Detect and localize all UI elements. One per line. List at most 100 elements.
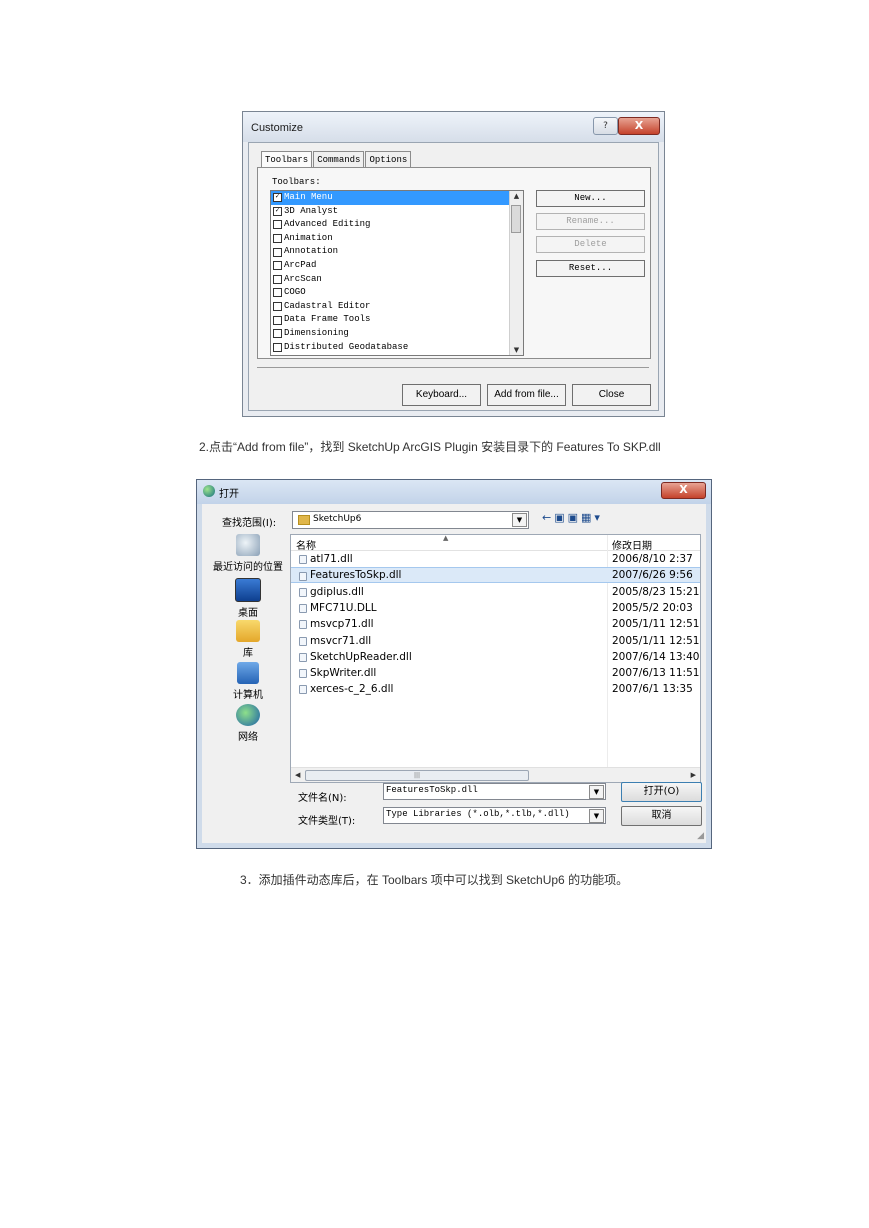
toolbar-list-item[interactable]: Cadastral Editor — [271, 300, 523, 314]
scroll-right-icon[interactable]: ▶ — [691, 768, 696, 782]
scroll-thumb[interactable] — [511, 205, 521, 233]
file-name-label: 文件名(N): — [298, 793, 347, 804]
file-list[interactable]: 名称 ▲ 修改日期 atl71.dll 2006/8/10 2:37 Feature… — [290, 534, 701, 783]
toolbar-item-label: Animation — [284, 232, 333, 243]
chevron-down-icon[interactable]: ▼ — [512, 513, 527, 527]
toolbar-list-item[interactable]: Advanced Editing — [271, 218, 523, 232]
dll-file-icon — [299, 636, 307, 646]
dll-file-icon — [299, 587, 307, 597]
file-type-select[interactable]: Type Libraries (*.olb,*.tlb,*.dll) ▼ — [383, 807, 606, 824]
place-label: 库 — [243, 648, 253, 659]
column-header-date[interactable]: 修改日期 — [612, 537, 652, 552]
chevron-down-icon[interactable]: ▼ — [589, 809, 604, 823]
checkbox-unchecked-icon[interactable] — [273, 302, 282, 312]
horizontal-scroll-thumb[interactable]: ||| — [305, 770, 529, 781]
toolbar-list-item[interactable]: Distributed Geodatabase — [271, 341, 523, 355]
horizontal-scrollbar[interactable]: ◀ ||| ▶ — [291, 767, 700, 782]
checkbox-checked-icon[interactable]: ✓ — [273, 193, 282, 203]
file-name-input[interactable]: FeaturesToSkp.dll ▼ — [383, 783, 606, 800]
keyboard-button[interactable]: Keyboard... — [402, 384, 481, 406]
file-row[interactable]: SkpWriter.dll 2007/6/13 11:51 — [291, 665, 700, 681]
file-row[interactable]: FeaturesToSkp.dll 2007/6/26 9:56 — [291, 567, 700, 584]
toolbar-list-item[interactable]: ArcScan — [271, 273, 523, 287]
open-close-x-button[interactable]: X — [661, 482, 706, 499]
customize-close-x-button[interactable]: X — [618, 117, 660, 135]
toolbar-list-item[interactable]: Animation — [271, 232, 523, 246]
close-button[interactable]: Close — [572, 384, 651, 406]
place-desktop[interactable]: 桌面 — [208, 578, 288, 619]
toolbar-item-label: 3D Analyst — [284, 205, 339, 216]
delete-button[interactable]: Delete — [536, 236, 645, 253]
checkbox-unchecked-icon[interactable] — [273, 315, 282, 325]
toolbar-list-item[interactable]: COGO — [271, 286, 523, 300]
checkbox-unchecked-icon[interactable] — [273, 220, 282, 230]
place-network[interactable]: 网络 — [208, 704, 288, 743]
place-label: 桌面 — [238, 608, 258, 619]
checkbox-unchecked-icon[interactable] — [273, 261, 282, 271]
nav-toolbar-icons[interactable]: ←▣▣▦▾ — [542, 511, 603, 524]
file-row[interactable]: xerces-c_2_6.dll 2007/6/1 13:35 — [291, 681, 700, 697]
toolbar-list-item[interactable]: Data Frame Tools — [271, 313, 523, 327]
open-titlebar[interactable]: 打开 X — [197, 480, 711, 504]
caption-step-2: 2.点击“Add from file”，找到 SketchUp ArcGIS P… — [199, 440, 661, 454]
file-row[interactable]: SketchUpReader.dll 2007/6/14 13:40 — [291, 649, 700, 665]
toolbar-item-label: COGO — [284, 287, 306, 298]
computer-icon — [237, 662, 259, 684]
chevron-down-icon[interactable]: ▼ — [589, 785, 604, 799]
open-title: 打开 — [219, 489, 239, 500]
column-header-name[interactable]: 名称 — [296, 537, 316, 552]
toolbar-list-item[interactable]: ✓ Main Menu — [271, 191, 523, 205]
app-icon — [203, 485, 215, 497]
file-name: SketchUpReader.dll — [310, 650, 412, 663]
checkbox-checked-icon[interactable]: ✓ — [273, 206, 282, 216]
cancel-button[interactable]: 取消 — [621, 806, 702, 826]
file-row[interactable]: MFC71U.DLL 2005/5/2 20:03 — [291, 600, 700, 616]
scroll-left-icon[interactable]: ◀ — [295, 768, 300, 782]
toolbar-list-item[interactable]: ✓ 3D Analyst — [271, 205, 523, 219]
place-label: 最近访问的位置 — [213, 562, 283, 573]
customize-client: Toolbars Commands Options Toolbars: ✓ Mai… — [248, 142, 659, 411]
file-type-value: Type Libraries (*.olb,*.tlb,*.dll) — [386, 809, 570, 819]
file-row[interactable]: msvcr71.dll 2005/1/11 12:51 — [291, 633, 700, 649]
toolbar-list-item[interactable]: Dimensioning — [271, 327, 523, 341]
place-computer[interactable]: 计算机 — [208, 662, 288, 701]
new-button[interactable]: New... — [536, 190, 645, 207]
recent-places-icon — [236, 534, 260, 556]
place-label: 计算机 — [233, 690, 263, 701]
file-name: MFC71U.DLL — [310, 601, 377, 614]
tab-toolbars[interactable]: Toolbars — [261, 151, 313, 167]
toolbar-item-label: Advanced Editing — [284, 219, 371, 230]
place-library[interactable]: 库 — [208, 620, 288, 659]
file-date: 2005/1/11 12:51 — [612, 618, 700, 631]
reset-button[interactable]: Reset... — [536, 260, 645, 277]
place-recent[interactable]: 最近访问的位置 — [208, 534, 288, 573]
tab-commands[interactable]: Commands — [313, 151, 365, 167]
listbox-scrollbar[interactable]: ▲ ▼ — [509, 191, 523, 355]
look-in-combo[interactable]: SketchUp6 ▼ — [292, 511, 529, 529]
file-row[interactable]: msvcp71.dll 2005/1/11 12:51 — [291, 616, 700, 632]
file-name: msvcr71.dll — [310, 634, 372, 647]
scroll-up-icon[interactable]: ▲ — [510, 192, 523, 200]
add-from-file-button[interactable]: Add from file... — [487, 384, 566, 406]
checkbox-unchecked-icon[interactable] — [273, 247, 282, 257]
file-row[interactable]: gdiplus.dll 2005/8/23 15:21 — [291, 584, 700, 600]
customize-tabs: Toolbars Commands Options — [261, 151, 412, 167]
scroll-down-icon[interactable]: ▼ — [510, 346, 523, 354]
dll-file-icon — [299, 685, 307, 695]
checkbox-unchecked-icon[interactable] — [273, 342, 282, 352]
open-button[interactable]: 打开(O) — [621, 782, 702, 802]
customize-titlebar[interactable]: Customize ? X — [243, 112, 664, 142]
tab-options[interactable]: Options — [365, 151, 412, 167]
rename-button[interactable]: Rename... — [536, 213, 645, 230]
sort-ascending-icon: ▲ — [443, 534, 449, 542]
checkbox-unchecked-icon[interactable] — [273, 274, 282, 284]
file-row[interactable]: atl71.dll 2006/8/10 2:37 — [291, 551, 700, 567]
help-button[interactable]: ? — [593, 117, 618, 135]
toolbar-list-item[interactable]: ArcPad — [271, 259, 523, 273]
toolbars-listbox[interactable]: ✓ Main Menu ✓ 3D Analyst Advanced Editing Ani… — [270, 190, 524, 356]
checkbox-unchecked-icon[interactable] — [273, 234, 282, 244]
checkbox-unchecked-icon[interactable] — [273, 288, 282, 298]
checkbox-unchecked-icon[interactable] — [273, 329, 282, 339]
toolbar-list-item[interactable]: Annotation — [271, 245, 523, 259]
resize-grip-icon[interactable]: ◢ — [697, 831, 704, 841]
